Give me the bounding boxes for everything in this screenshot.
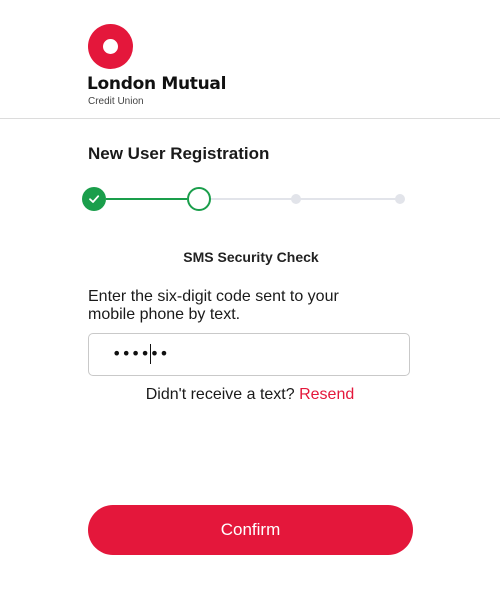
page-title: New User Registration: [88, 144, 270, 163]
stepper-line-completed: [106, 198, 187, 200]
step-instructions: Enter the six-digit code sent to your mo…: [88, 288, 339, 323]
resend-row: Didn't receive a text? Resend: [0, 386, 500, 404]
step-2-current: [187, 187, 211, 211]
brand-subtitle: Credit Union: [88, 96, 144, 107]
step-heading-text: SMS Security Check: [183, 249, 319, 265]
check-icon: [89, 195, 100, 203]
registration-page: London Mutual Credit Union New User Regi…: [0, 0, 500, 601]
brand-name: London Mutual: [87, 74, 227, 94]
brand-logo-icon: [88, 24, 133, 69]
resend-link[interactable]: Resend: [299, 386, 354, 403]
text-caret: [150, 344, 151, 364]
confirm-button[interactable]: Confirm: [88, 505, 413, 555]
step-1-complete: [82, 187, 106, 211]
step-heading: SMS Security Check: [0, 249, 500, 265]
sms-code-masked-value: ••••••: [112, 344, 169, 363]
step-4-pending: [395, 194, 405, 204]
header-divider: [0, 118, 500, 119]
resend-prompt: Didn't receive a text?: [145, 386, 300, 403]
stepper-line-pending: [210, 198, 400, 200]
step-3-pending: [291, 194, 301, 204]
